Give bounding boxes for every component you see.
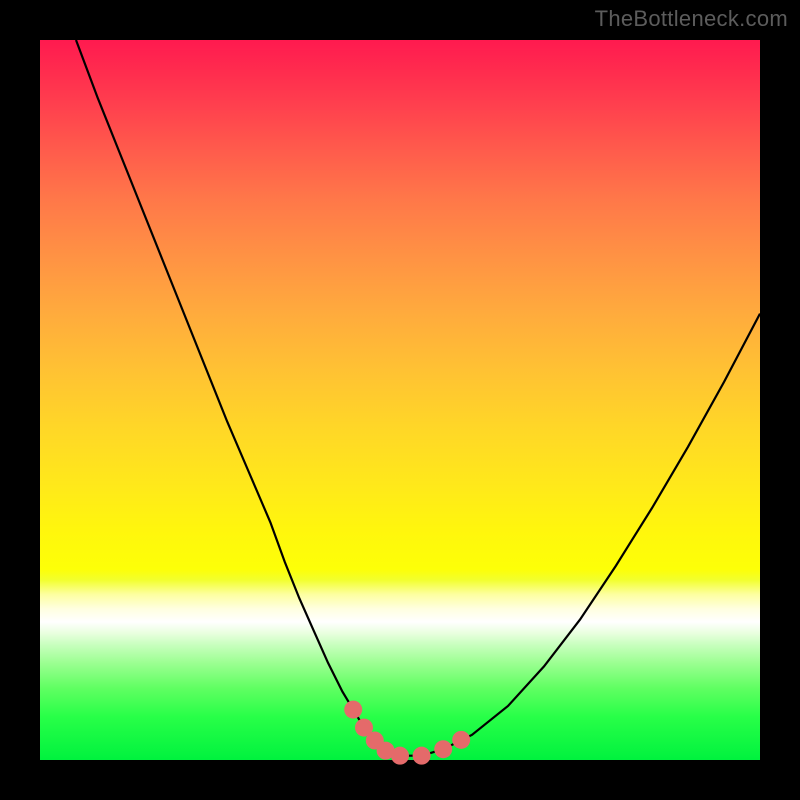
plot-area: [40, 40, 760, 760]
curve-marker: [344, 701, 362, 719]
chart-frame: TheBottleneck.com: [0, 0, 800, 800]
watermark-text: TheBottleneck.com: [595, 6, 788, 32]
curve-marker: [434, 740, 452, 758]
curve-marker: [452, 731, 470, 749]
marker-group: [344, 701, 470, 765]
curve-svg: [40, 40, 760, 760]
curve-marker: [391, 747, 409, 765]
bottleneck-curve: [76, 40, 760, 756]
curve-marker: [413, 747, 431, 765]
